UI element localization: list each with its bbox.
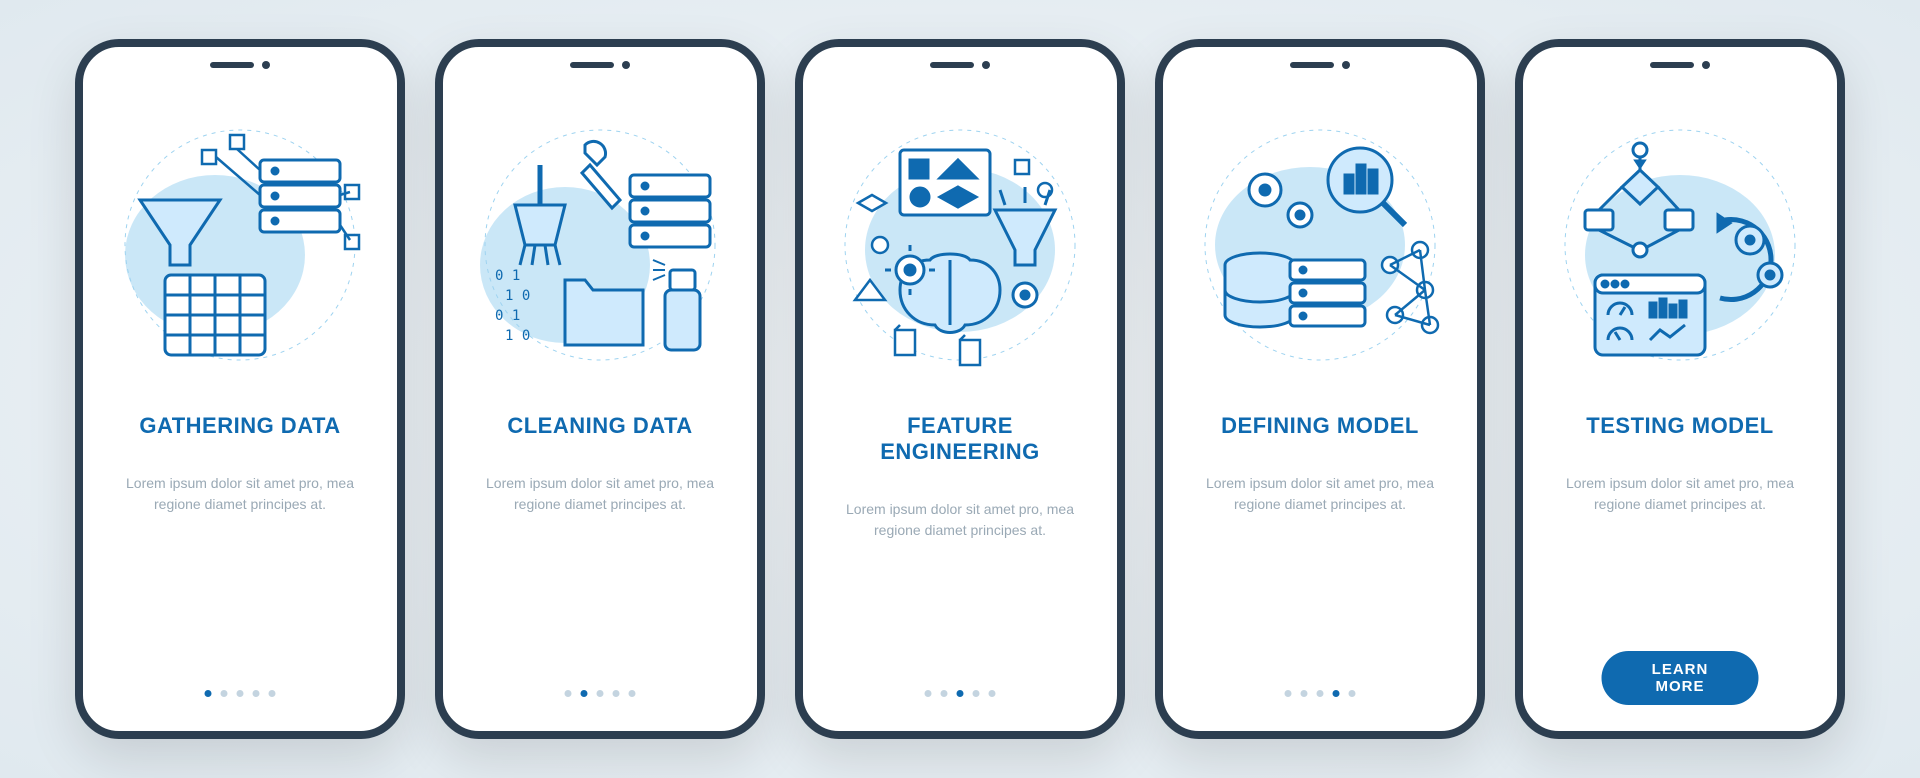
gathering-data-icon (110, 115, 370, 375)
screen-description: Lorem ipsum dolor sit amet pro, mea regi… (120, 473, 360, 515)
screen-title: FEATURE ENGINEERING (827, 413, 1093, 465)
screen-description: Lorem ipsum dolor sit amet pro, mea regi… (840, 499, 1080, 541)
dot-4[interactable] (613, 690, 620, 697)
dot-3[interactable] (957, 690, 964, 697)
phone-speaker (570, 61, 630, 69)
phone-screen-3: FEATURE ENGINEERING Lorem ipsum dolor si… (795, 39, 1125, 739)
dot-3[interactable] (237, 690, 244, 697)
dot-2[interactable] (941, 690, 948, 697)
pagination-dots (925, 690, 996, 697)
dot-4[interactable] (973, 690, 980, 697)
dot-5[interactable] (989, 690, 996, 697)
screen-description: Lorem ipsum dolor sit amet pro, mea regi… (480, 473, 720, 515)
svg-text:1 0: 1 0 (505, 328, 530, 344)
dot-2[interactable] (581, 690, 588, 697)
testing-model-icon (1550, 115, 1810, 375)
dot-3[interactable] (1317, 690, 1324, 697)
learn-more-button[interactable]: LEARN MORE (1602, 651, 1759, 705)
dot-5[interactable] (629, 690, 636, 697)
dot-4[interactable] (253, 690, 260, 697)
phone-screen-4: DEFINING MODEL Lorem ipsum dolor sit ame… (1155, 39, 1485, 739)
dot-5[interactable] (269, 690, 276, 697)
feature-engineering-icon (830, 115, 1090, 375)
phone-speaker (930, 61, 990, 69)
dot-4[interactable] (1333, 690, 1340, 697)
defining-model-icon (1190, 115, 1450, 375)
pagination-dots (565, 690, 636, 697)
dot-2[interactable] (1301, 690, 1308, 697)
dot-5[interactable] (1349, 690, 1356, 697)
svg-text:0 1: 0 1 (495, 308, 520, 324)
pagination-dots (1285, 690, 1356, 697)
phone-speaker (1290, 61, 1350, 69)
dot-2[interactable] (221, 690, 228, 697)
phone-screen-1: GATHERING DATA Lorem ipsum dolor sit ame… (75, 39, 405, 739)
screen-description: Lorem ipsum dolor sit amet pro, mea regi… (1200, 473, 1440, 515)
dot-1[interactable] (925, 690, 932, 697)
svg-text:0 1: 0 1 (495, 268, 520, 284)
dot-1[interactable] (565, 690, 572, 697)
screen-title: GATHERING DATA (139, 413, 340, 439)
screen-title: CLEANING DATA (507, 413, 692, 439)
svg-text:1 0: 1 0 (505, 288, 530, 304)
phone-speaker (210, 61, 270, 69)
phone-screen-2: 0 11 0 0 11 0 CLEANING DATA Lorem ipsu (435, 39, 765, 739)
phone-speaker (1650, 61, 1710, 69)
dot-1[interactable] (1285, 690, 1292, 697)
dot-1[interactable] (205, 690, 212, 697)
screen-title: DEFINING MODEL (1221, 413, 1419, 439)
phone-screen-5: TESTING MODEL Lorem ipsum dolor sit amet… (1515, 39, 1845, 739)
screen-title: TESTING MODEL (1586, 413, 1773, 439)
pagination-dots (205, 690, 276, 697)
dot-3[interactable] (597, 690, 604, 697)
screen-description: Lorem ipsum dolor sit amet pro, mea regi… (1560, 473, 1800, 515)
cleaning-data-icon: 0 1 1 0 0 1 1 0 (470, 115, 730, 375)
